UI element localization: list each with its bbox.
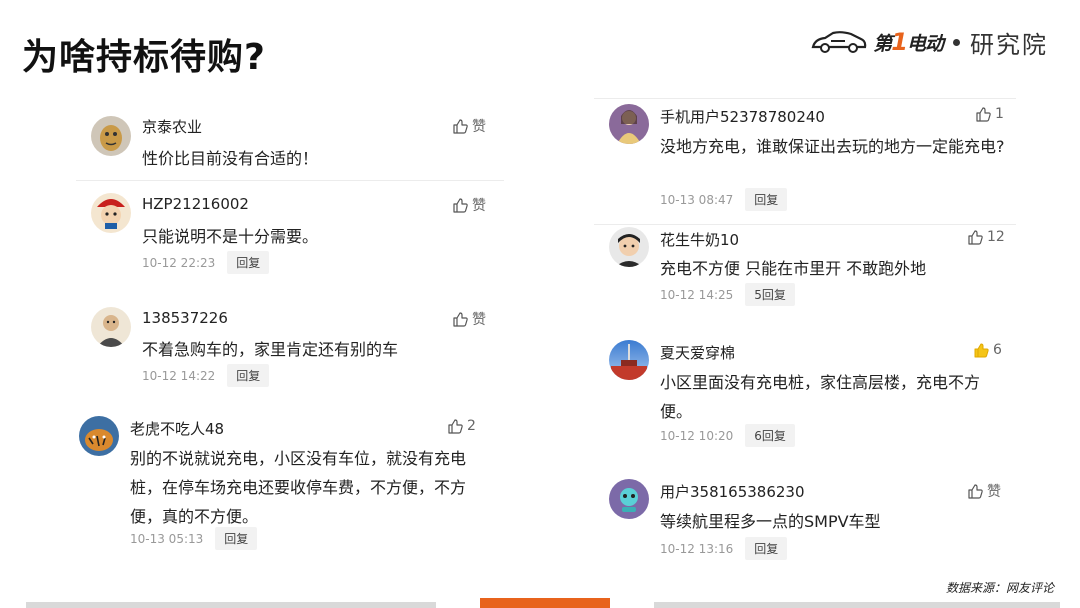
avatar[interactable] [609, 479, 649, 519]
comment-text: 只能说明不是十分需要。 [142, 227, 319, 246]
like-button[interactable]: 赞 [452, 116, 486, 136]
thumbs-up-filled-icon [974, 343, 989, 358]
page-title: 为啥持标待购? [22, 37, 266, 78]
reply-button[interactable]: 5回复 [745, 283, 795, 306]
like-button[interactable]: 赞 [967, 481, 1001, 501]
comment-username[interactable]: 138537226 [142, 309, 228, 327]
comment-text: 性价比目前没有合适的！ [142, 149, 319, 168]
thumbs-up-icon [453, 312, 468, 327]
like-count: 2 [467, 418, 476, 434]
like-count: 赞 [472, 119, 486, 135]
like-count: 6 [993, 342, 1002, 358]
comment-username[interactable]: HZP21216002 [142, 195, 249, 213]
avatar[interactable] [609, 340, 649, 380]
comment-date: 10-12 14:22 [142, 368, 216, 383]
car-icon [811, 31, 867, 53]
like-button-active[interactable]: 6 [973, 342, 1002, 358]
like-count: 赞 [987, 484, 1001, 500]
like-button[interactable]: 12 [967, 229, 1005, 245]
thumbs-up-icon [976, 107, 991, 122]
avatar[interactable] [79, 416, 119, 456]
reply-button[interactable]: 6回复 [745, 424, 795, 447]
like-button[interactable]: 1 [975, 106, 1004, 122]
thumbs-up-icon [968, 230, 983, 245]
avatar[interactable] [609, 227, 649, 267]
like-count: 赞 [472, 198, 486, 214]
thumbs-up-icon [453, 119, 468, 134]
comment-divider [76, 180, 504, 181]
comment-divider [594, 98, 1016, 99]
like-count: 1 [995, 106, 1004, 122]
thumbs-up-icon [453, 198, 468, 213]
comment-text: 等续航里程多一点的SMPV车型 [660, 512, 881, 531]
like-button[interactable]: 赞 [452, 309, 486, 329]
reply-button[interactable]: 回复 [227, 364, 270, 387]
comment-date: 10-12 22:23 [142, 255, 216, 270]
comment-text: 不着急购车的，家里肯定还有别的车 [142, 340, 399, 359]
brand-name: 第1电动 [873, 28, 944, 56]
avatar[interactable] [609, 104, 649, 144]
comment-date: 10-12 13:16 [660, 541, 734, 556]
comment-username[interactable]: 花生牛奶10 [660, 229, 739, 250]
footer-bar-right [654, 602, 1060, 608]
like-button[interactable]: 2 [447, 418, 476, 434]
thumbs-up-icon [448, 419, 463, 434]
footer-bar-left [26, 602, 436, 608]
institute-name: 研究院 [970, 30, 1048, 59]
comment-text: 小区里面没有充电桩，家住高层楼，充电不方便。 [660, 373, 981, 421]
reply-button[interactable]: 回复 [227, 251, 270, 274]
comment-date: 10-13 05:13 [130, 531, 204, 546]
comment-meta: 10-12 14:25 5回复 [660, 283, 795, 306]
avatar[interactable] [91, 193, 131, 233]
comment-meta: 10-12 10:20 6回复 [660, 424, 795, 447]
reply-button[interactable]: 回复 [215, 527, 258, 550]
comment-meta: 10-13 05:13 回复 [130, 527, 258, 550]
comment-text: 充电不方便 只能在市里开 不敢跑外地 [660, 259, 927, 278]
like-button[interactable]: 赞 [452, 195, 486, 215]
logo-separator-dot [953, 38, 960, 46]
like-count: 赞 [472, 312, 486, 328]
reply-button[interactable]: 回复 [745, 188, 788, 211]
comment-date: 10-13 08:47 [660, 192, 734, 207]
thumbs-up-icon [968, 484, 983, 499]
comment-username[interactable]: 手机用户52378780240 [660, 106, 825, 127]
brand-logo: 第1电动 研究院 [811, 24, 1048, 60]
data-source-note: 数据来源：网友评论 [945, 581, 1054, 595]
avatar[interactable] [91, 116, 131, 156]
comment-username[interactable]: 老虎不吃人48 [130, 418, 224, 439]
comment-meta: 10-12 13:16 回复 [660, 537, 788, 560]
comment-date: 10-12 10:20 [660, 428, 734, 443]
comment-date: 10-12 14:25 [660, 287, 734, 302]
comment-username[interactable]: 用户358165386230 [660, 481, 805, 502]
like-count: 12 [987, 229, 1005, 245]
reply-button[interactable]: 回复 [745, 537, 788, 560]
comment-text: 别的不说就说充电，小区没有车位，就没有充电桩，在停车场充电还要收停车费，不方便，… [130, 449, 467, 526]
comment-meta: 10-12 22:23 回复 [142, 251, 270, 274]
comment-meta: 10-13 08:47 回复 [660, 188, 788, 211]
comment-meta: 10-12 14:22 回复 [142, 364, 270, 387]
footer-bar-accent [480, 598, 610, 608]
comment-divider [594, 224, 1016, 225]
comment-username[interactable]: 夏天爱穿棉 [660, 342, 735, 363]
comment-text: 没地方充电，谁敢保证出去玩的地方一定能充电? [660, 137, 1005, 156]
comment-username[interactable]: 京泰农业 [142, 116, 202, 137]
avatar[interactable] [91, 307, 131, 347]
